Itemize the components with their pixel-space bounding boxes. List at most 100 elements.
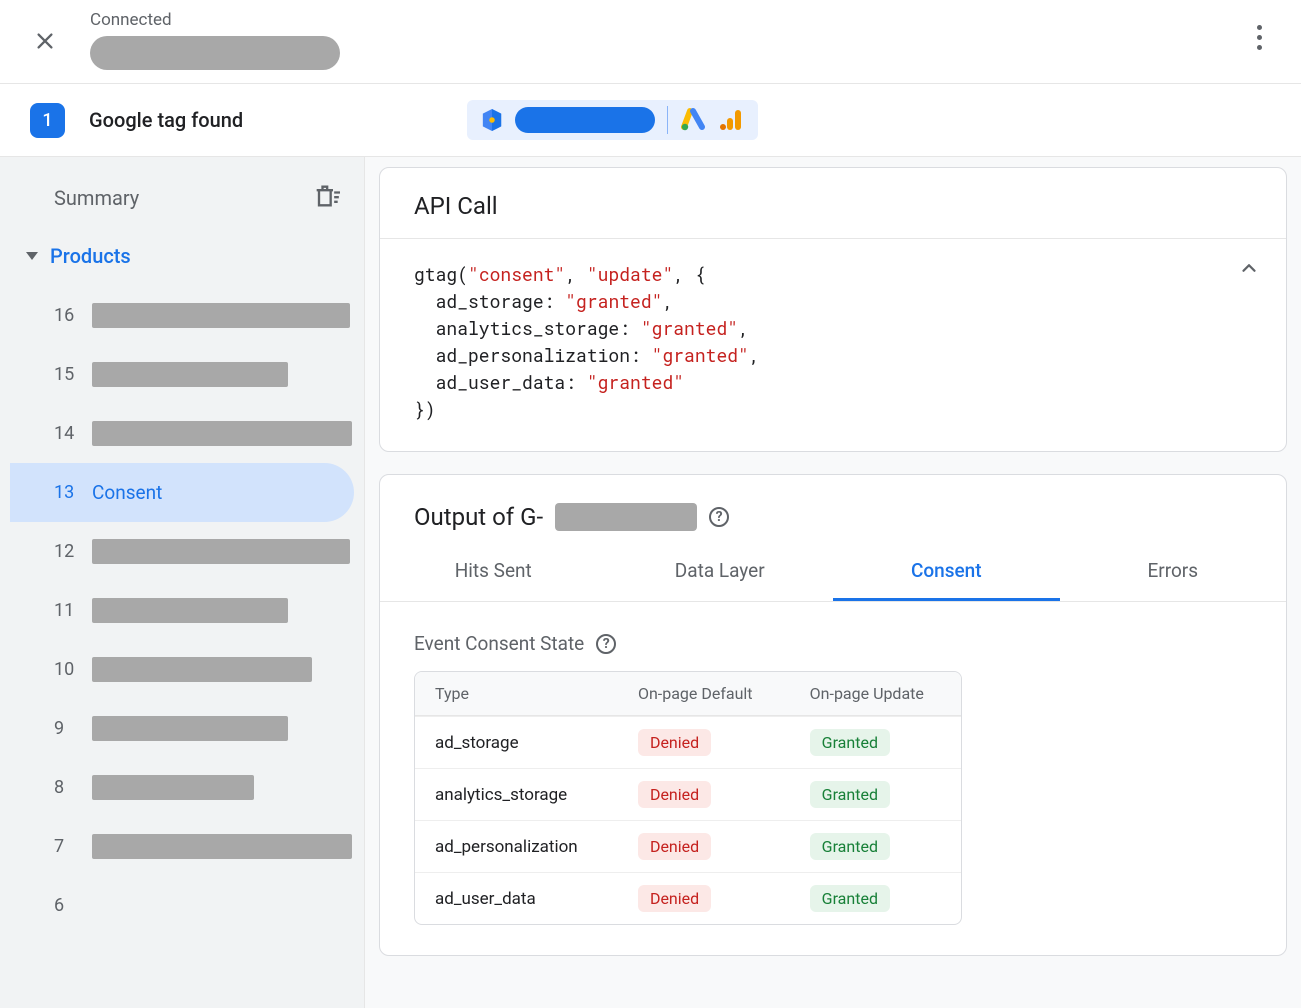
event-list: 16 15 14 13 Consent 12 11 10 9 8 7 6 [10,286,354,935]
code-text: ad_storage: [414,289,565,313]
event-number: 16 [54,305,78,326]
event-item-13-consent[interactable]: 13 Consent [10,463,354,522]
google-ads-icon [680,107,706,133]
event-name-redacted [92,834,352,859]
code-text: gtag( [414,262,468,286]
event-number: 7 [54,836,78,857]
event-item-7[interactable]: 7 [10,817,354,876]
output-tabs: Hits Sent Data Layer Consent Errors [380,543,1286,602]
event-item-12[interactable]: 12 [10,522,354,581]
tag-found-label: Google tag found [89,108,243,132]
output-title-prefix: Output of G- [414,503,543,531]
col-update: On-page Update [790,672,961,716]
output-header: Output of G- ? [380,475,1286,543]
summary-row: Summary [10,182,354,234]
sidebar: Summary Products 16 15 14 13 Consent 12 1… [0,157,365,1008]
event-name-redacted [92,598,288,623]
status-badge-denied: Denied [638,833,711,860]
tag-id-redacted [515,107,655,133]
close-icon[interactable] [30,26,60,56]
event-name-redacted [92,775,254,800]
event-number: 13 [54,482,78,503]
code-text: , { [673,262,705,286]
event-item-9[interactable]: 9 [10,699,354,758]
chevron-up-icon[interactable] [1238,257,1260,286]
status-badge-granted: Granted [810,833,890,860]
output-card: Output of G- ? Hits Sent Data Layer Cons… [379,474,1287,956]
event-label: Consent [92,481,162,504]
code-text: analytics_storage: [414,316,641,340]
col-default: On-page Default [618,672,790,716]
tag-count-badge: 1 [30,103,65,138]
code-text: ad_user_data: [414,370,587,394]
tab-errors[interactable]: Errors [1060,543,1287,601]
table-row: ad_user_data Denied Granted [415,872,961,924]
output-tag-id-redacted [555,503,697,531]
caret-down-icon [26,252,38,260]
api-call-card: API Call gtag("consent", "update", { ad_… [379,167,1287,452]
code-text: , [738,316,749,340]
event-item-15[interactable]: 15 [10,345,354,404]
tab-consent[interactable]: Consent [833,543,1060,601]
code-text: ad_personalization: [414,343,652,367]
col-type: Type [415,672,618,716]
event-consent-state-title: Event Consent State [414,632,584,655]
code-text: }) [414,397,436,421]
event-item-16[interactable]: 16 [10,286,354,345]
tag-found-bar: 1 Google tag found [0,84,1301,157]
event-name-redacted [92,362,288,387]
table-row: ad_storage Denied Granted [415,716,961,768]
consent-type: ad_storage [415,716,618,768]
status-badge-granted: Granted [810,729,890,756]
connection-status: Connected [90,10,340,70]
table-row: ad_personalization Denied Granted [415,820,961,872]
consent-type: ad_personalization [415,820,618,872]
products-section-toggle[interactable]: Products [10,234,354,286]
event-name-redacted [92,421,352,446]
api-call-title: API Call [380,168,1286,239]
consent-type: analytics_storage [415,768,618,820]
tab-hits-sent[interactable]: Hits Sent [380,543,607,601]
code-string: "granted" [652,343,749,367]
summary-title[interactable]: Summary [54,186,139,210]
help-icon[interactable]: ? [596,634,616,654]
connected-url-redacted [90,36,340,70]
event-consent-state-title-row: Event Consent State ? [380,602,1286,671]
divider [667,106,668,134]
status-badge-granted: Granted [810,781,890,808]
event-item-6[interactable]: 6 [10,876,354,935]
event-number: 10 [54,659,78,680]
event-number: 9 [54,718,78,739]
google-analytics-icon [718,107,744,133]
tag-chip-group[interactable] [467,100,758,140]
code-text: , [565,262,587,286]
overflow-menu-icon[interactable] [1247,25,1271,50]
status-badge-denied: Denied [638,885,711,912]
event-name-redacted [92,657,312,682]
consent-type: ad_user_data [415,872,618,924]
status-badge-denied: Denied [638,729,711,756]
event-item-10[interactable]: 10 [10,640,354,699]
clear-events-icon[interactable] [312,182,340,214]
api-call-code: gtag("consent", "update", { ad_storage: … [380,239,1286,451]
status-badge-granted: Granted [810,885,890,912]
event-item-8[interactable]: 8 [10,758,354,817]
code-string: "granted" [587,370,684,394]
status-badge-denied: Denied [638,781,711,808]
event-name-redacted [92,303,350,328]
consent-table-wrap: Type On-page Default On-page Update ad_s… [380,671,1286,955]
products-label: Products [50,244,131,268]
tab-data-layer[interactable]: Data Layer [607,543,834,601]
connected-label: Connected [90,10,340,30]
event-number: 6 [54,895,78,916]
code-string: "update" [587,262,673,286]
code-string: "consent" [468,262,565,286]
event-item-14[interactable]: 14 [10,404,354,463]
help-icon[interactable]: ? [709,507,729,527]
table-row: analytics_storage Denied Granted [415,768,961,820]
event-number: 15 [54,364,78,385]
event-name-redacted [92,716,288,741]
event-number: 14 [54,423,78,444]
event-item-11[interactable]: 11 [10,581,354,640]
code-string: "granted" [565,289,662,313]
